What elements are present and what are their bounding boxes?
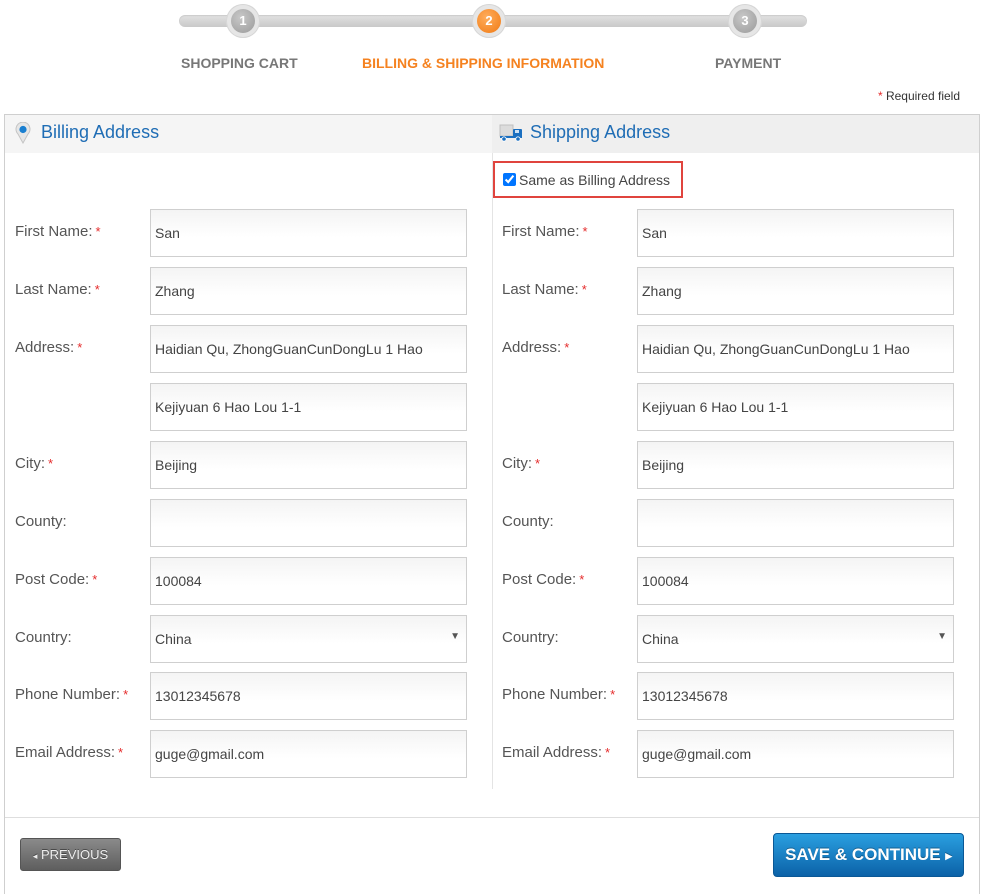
checkout-stepper: 1 2 3 SHOPPING CART BILLING & SHIPPING I… [0, 0, 983, 80]
billing-country-label: Country: [15, 629, 72, 646]
shipping-phone-label: Phone Number: * [502, 686, 616, 703]
required-field-text: Required field [885, 89, 960, 103]
column-divider [492, 153, 493, 789]
step-2-number: 2 [477, 9, 501, 33]
chevron-down-icon: ▼ [937, 631, 947, 642]
shipping-country-label: Country: [502, 629, 559, 646]
shipping-first-name-label: First Name: * [502, 223, 588, 240]
save-button-label: SAVE & CONTINUE [785, 845, 941, 864]
billing-city-input[interactable] [150, 441, 467, 489]
step-1-number: 1 [231, 9, 255, 33]
shipping-county-input[interactable] [637, 499, 954, 547]
shipping-city-label: City: * [502, 455, 541, 472]
map-pin-icon [15, 121, 31, 149]
billing-email-label: Email Address: * [15, 744, 124, 761]
step-3-circle[interactable]: 3 [728, 4, 762, 38]
required-field-note: * Required field [878, 89, 960, 103]
save-and-continue-button[interactable]: SAVE & CONTINUE ▸ [773, 833, 964, 877]
same-as-billing-highlight: Same as Billing Address [493, 161, 683, 198]
shipping-title: Shipping Address [530, 122, 671, 142]
shipping-last-name-input[interactable] [637, 267, 954, 315]
billing-country-value: China [155, 631, 192, 647]
billing-city-label: City: * [15, 455, 54, 472]
footer-divider [5, 817, 979, 818]
shipping-address-line1-input[interactable] [637, 325, 954, 373]
billing-county-label: County: [15, 513, 67, 530]
billing-post-code-input[interactable] [150, 557, 467, 605]
billing-address-label: Address: * [15, 339, 83, 356]
shipping-email-input[interactable] [637, 730, 954, 778]
chevron-left-icon: ◂ [32, 851, 38, 861]
shipping-phone-input[interactable] [637, 672, 954, 720]
step-2-label[interactable]: BILLING & SHIPPING INFORMATION [362, 55, 604, 71]
step-1-circle[interactable]: 1 [226, 4, 260, 38]
shipping-first-name-input[interactable] [637, 209, 954, 257]
billing-email-input[interactable] [150, 730, 467, 778]
billing-last-name-label: Last Name: * [15, 281, 100, 298]
billing-phone-input[interactable] [150, 672, 467, 720]
same-as-billing-checkbox[interactable] [503, 173, 516, 186]
billing-address-line2-input[interactable] [150, 383, 467, 431]
shipping-country-value: China [642, 631, 679, 647]
step-3-label[interactable]: PAYMENT [715, 55, 781, 71]
billing-first-name-input[interactable] [150, 209, 467, 257]
billing-header: Billing Address [5, 115, 492, 153]
required-star: * [877, 89, 883, 103]
shipping-email-label: Email Address: * [502, 744, 611, 761]
step-1-label[interactable]: SHOPPING CART [181, 55, 298, 71]
shipping-address-label: Address: * [502, 339, 570, 356]
shipping-country-select[interactable]: China ▼ [637, 615, 954, 663]
billing-post-code-label: Post Code: * [15, 571, 98, 588]
previous-button-label: PREVIOUS [40, 847, 109, 862]
chevron-right-icon: ▸ [945, 848, 952, 863]
same-as-billing-label[interactable]: Same as Billing Address [519, 172, 670, 188]
shipping-post-code-label: Post Code: * [502, 571, 585, 588]
truck-icon [499, 124, 524, 147]
billing-country-select[interactable]: China ▼ [150, 615, 467, 663]
billing-phone-label: Phone Number: * [15, 686, 129, 703]
billing-title: Billing Address [41, 122, 160, 142]
shipping-city-input[interactable] [637, 441, 954, 489]
shipping-last-name-label: Last Name: * [502, 281, 587, 298]
shipping-address-line2-input[interactable] [637, 383, 954, 431]
billing-last-name-input[interactable] [150, 267, 467, 315]
step-3-number: 3 [733, 9, 757, 33]
chevron-down-icon: ▼ [450, 631, 460, 642]
shipping-county-label: County: [502, 513, 554, 530]
previous-button[interactable]: ◂ PREVIOUS [20, 838, 121, 871]
billing-first-name-label: First Name: * [15, 223, 101, 240]
billing-county-input[interactable] [150, 499, 467, 547]
shipping-header: Shipping Address [492, 115, 979, 153]
shipping-post-code-input[interactable] [637, 557, 954, 605]
billing-address-line1-input[interactable] [150, 325, 467, 373]
step-2-circle[interactable]: 2 [472, 4, 506, 38]
